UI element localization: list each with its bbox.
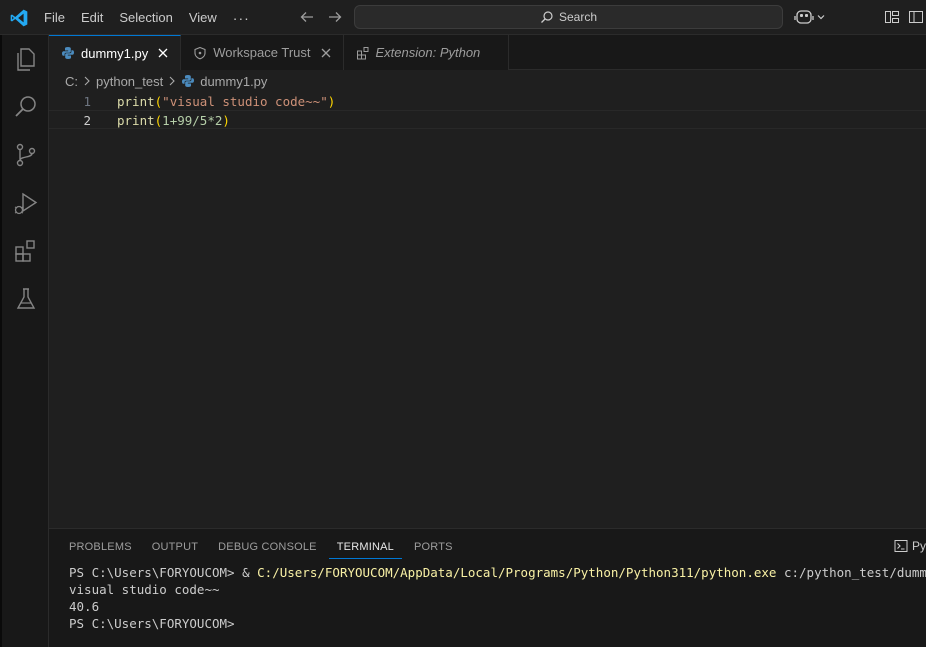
toggle-sidebar-icon[interactable] [908,9,924,25]
back-arrow-icon[interactable] [298,8,316,26]
tab-label: Extension: Python [375,45,481,60]
menu-file[interactable]: File [36,0,73,35]
layout-controls [884,9,924,25]
search-view-icon[interactable] [12,93,40,121]
vscode-logo-icon [10,9,28,27]
tab-problems[interactable]: PROBLEMS [61,537,140,559]
menu-view[interactable]: View [181,0,225,35]
terminal-script-path: c:/python_test/dummy1.py [783,565,926,580]
tab-workspace-trust[interactable]: Workspace Trust [181,35,344,70]
shield-icon [193,46,207,60]
code-string: "visual studio code~~" [162,94,328,109]
python-file-icon [61,46,75,60]
menu-edit[interactable]: Edit [73,0,111,35]
chevron-right-icon [168,76,176,86]
code-function: print [117,113,155,128]
terminal-selector[interactable]: Py [894,539,926,553]
python-file-icon [181,74,195,88]
source-control-icon[interactable] [12,141,40,169]
run-debug-icon[interactable] [12,189,40,217]
terminal-output-line: visual studio code~~ [69,582,220,597]
editor-tabs: dummy1.py Workspace Trust Extension: Pyt… [49,35,926,70]
code-text: print("visual studio code~~") [117,92,335,111]
terminal-label: Py [912,539,926,553]
chevron-right-icon [83,76,91,86]
terminal-icon [894,540,908,552]
terminal-prompt: PS C:\Users\FORYOUCOM> [69,616,235,631]
activity-bar [0,35,49,647]
title-bar: File Edit Selection View ··· Search [0,0,926,35]
menu-bar: File Edit Selection View ··· [36,0,258,35]
terminal-output[interactable]: PS C:\Users\FORYOUCOM> & C:/Users/FORYOU… [69,564,926,632]
extensions-icon [356,46,370,60]
menu-more-icon[interactable]: ··· [225,10,258,26]
breadcrumb-folder[interactable]: python_test [96,74,163,89]
terminal-operator: & [242,565,258,580]
close-icon[interactable] [319,46,333,60]
tab-dummy1-py[interactable]: dummy1.py [49,35,182,70]
code-paren-close: ) [327,94,336,109]
navigation-controls [298,8,344,26]
terminal-output-line: 40.6 [69,599,100,614]
code-line[interactable]: 2 print(1+99/5*2) [49,110,926,129]
breadcrumb-drive[interactable]: C: [65,74,78,89]
tab-terminal[interactable]: TERMINAL [328,537,402,559]
menu-selection[interactable]: Selection [111,0,180,35]
tab-ports[interactable]: PORTS [406,537,461,559]
explorer-icon[interactable] [12,45,40,73]
copilot-button[interactable] [794,8,826,26]
copilot-icon [794,10,814,24]
code-editor[interactable]: 1 print("visual studio code~~") 2 print(… [49,92,926,528]
tab-output[interactable]: OUTPUT [144,537,206,559]
extensions-icon[interactable] [12,237,40,265]
bottom-panel: PROBLEMS OUTPUT DEBUG CONSOLE TERMINAL P… [49,528,926,647]
code-text: print(1+99/5*2) [117,111,230,130]
tab-debug-console[interactable]: DEBUG CONSOLE [210,537,325,559]
close-icon[interactable] [156,46,170,60]
tab-label: Workspace Trust [213,45,311,60]
code-line[interactable]: 1 print("visual studio code~~") [49,92,926,111]
tab-extension-python[interactable]: Extension: Python [343,35,510,70]
terminal-exe-path: C:/Users/FORYOUCOM/AppData/Local/Program… [257,565,777,580]
code-function: print [117,94,155,109]
chevron-down-icon [817,15,825,20]
code-expression: 1+99/5*2 [162,113,223,128]
breadcrumb: C: python_test dummy1.py [49,70,926,92]
customize-layout-icon[interactable] [884,9,900,25]
line-number: 1 [83,94,91,109]
code-paren-close: ) [222,113,230,128]
command-center-search[interactable]: Search [354,5,783,29]
line-number: 2 [83,113,91,128]
testing-icon[interactable] [12,285,40,313]
search-icon [541,11,553,23]
tab-label: dummy1.py [81,45,149,61]
panel-tabs: PROBLEMS OUTPUT DEBUG CONSOLE TERMINAL P… [61,537,465,559]
terminal-prompt: PS C:\Users\FORYOUCOM> [69,565,243,580]
breadcrumb-file[interactable]: dummy1.py [200,74,267,89]
search-placeholder: Search [558,10,598,24]
forward-arrow-icon[interactable] [326,8,344,26]
